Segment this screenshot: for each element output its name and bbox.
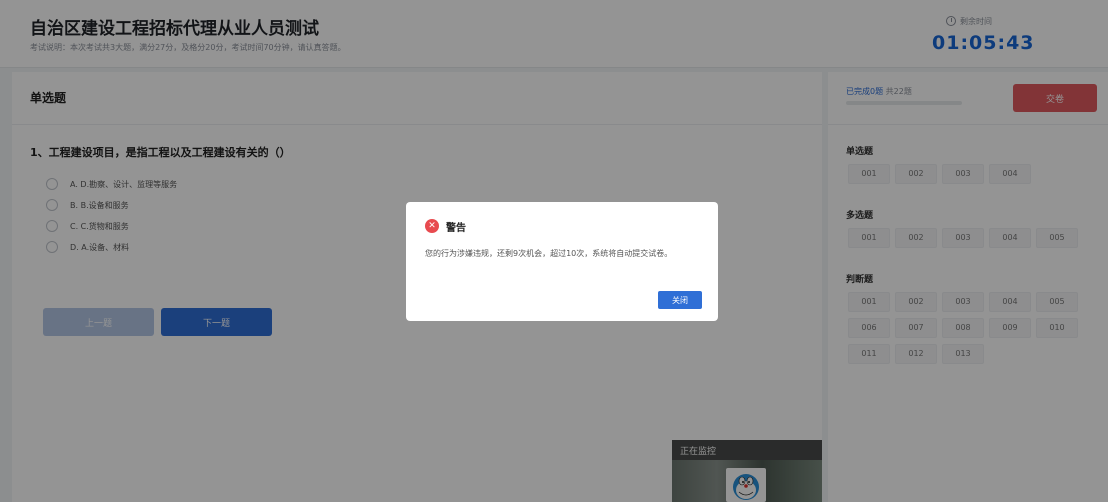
warning-dialog: ✕ 警告 您的行为涉嫌违规，还剩9次机会，超过10次，系统将自动提交试卷。 关闭 (406, 202, 718, 321)
dialog-title: 警告 (446, 223, 466, 234)
error-icon: ✕ (425, 219, 439, 233)
close-dialog-button[interactable]: 关闭 (658, 291, 702, 309)
dialog-message: 您的行为涉嫌违规，还剩9次机会，超过10次，系统将自动提交试卷。 (425, 249, 673, 258)
